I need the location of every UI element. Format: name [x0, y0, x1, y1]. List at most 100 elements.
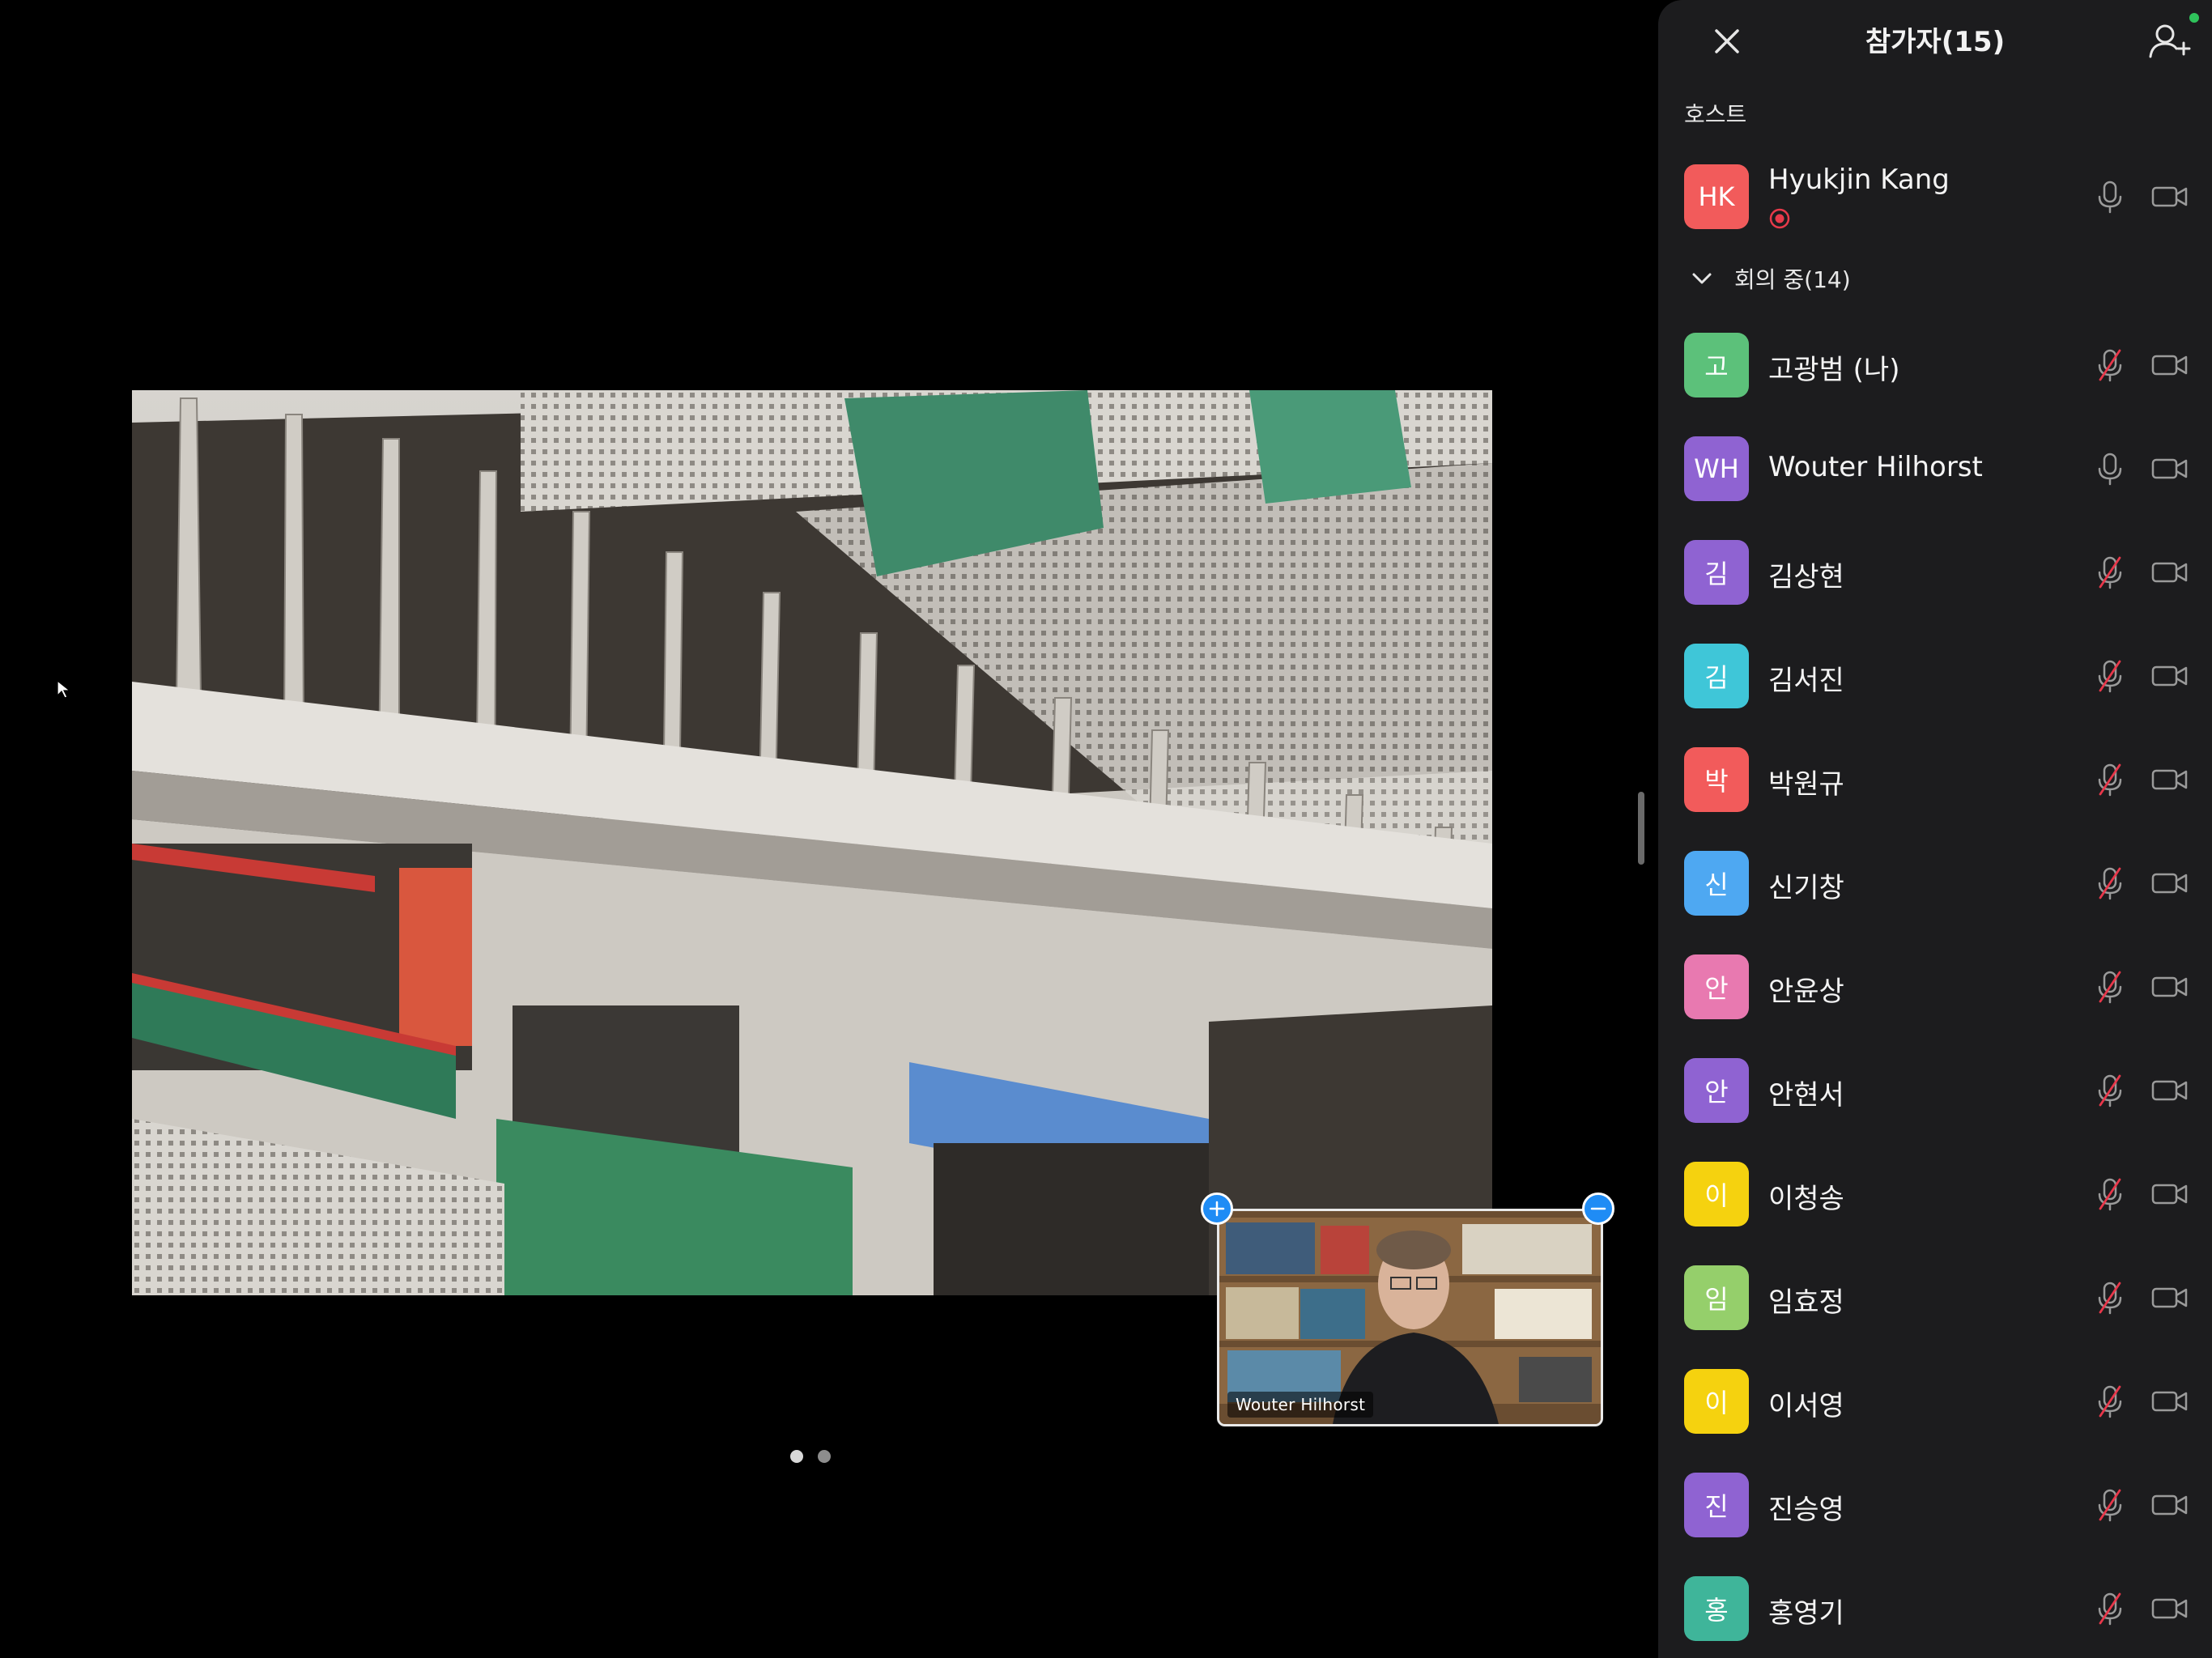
chevron-down-icon	[1692, 273, 1712, 284]
panel-header: 참가자(15)	[1658, 0, 2212, 81]
video-camera-icon[interactable]	[2150, 1280, 2189, 1316]
participant-row[interactable]: 김 김상현	[1658, 525, 2212, 620]
avatar-initials: 이	[1704, 1180, 1729, 1211]
avatar-initials: 신	[1704, 869, 1729, 900]
participant-row[interactable]: 홍 홍영기	[1658, 1561, 2212, 1656]
in-meeting-section-toggle[interactable]: 회의 중(14)	[1691, 262, 1851, 295]
participant-row[interactable]: 신 신기창	[1658, 835, 2212, 931]
participant-name: 홍영기	[1768, 1597, 1844, 1630]
video-camera-icon[interactable]	[2150, 969, 2189, 1005]
participant-row[interactable]: 김 김서진	[1658, 628, 2212, 724]
participant-name: 박원규	[1768, 768, 1844, 801]
page-dot-1[interactable]	[790, 1450, 803, 1463]
participant-video-thumbnail[interactable]: Wouter Hilhorst	[1217, 1209, 1603, 1426]
avatar: 김	[1684, 540, 1749, 605]
avatar-initials: 홍	[1704, 1595, 1729, 1626]
panel-title: 참가자(15)	[1865, 26, 2006, 58]
microphone-muted-icon[interactable]	[2092, 969, 2128, 1005]
participant-row-host[interactable]: HK Hyukjin Kang	[1658, 149, 2212, 244]
avatar-initials: 진	[1704, 1491, 1729, 1522]
microphone-muted-icon[interactable]	[2092, 1280, 2128, 1316]
participants-panel: 참가자(15) 호스트 HK Hyukjin Kang 회의 중(14) 고 고광…	[1658, 0, 2212, 1658]
avatar: 홍	[1684, 1576, 1749, 1641]
avatar: 진	[1684, 1473, 1749, 1537]
participant-row[interactable]: 임 임효정	[1658, 1250, 2212, 1346]
avatar: 안	[1684, 954, 1749, 1019]
shared-screen-video[interactable]	[132, 390, 1492, 1295]
microphone-muted-icon[interactable]	[2092, 555, 2128, 590]
avatar: 고	[1684, 333, 1749, 397]
participant-name: 안윤상	[1768, 976, 1844, 1008]
avatar: 임	[1684, 1265, 1749, 1330]
microphone-muted-icon[interactable]	[2092, 865, 2128, 901]
participant-row[interactable]: 박 박원규	[1658, 732, 2212, 827]
participant-name: Hyukjin Kang	[1768, 164, 1950, 196]
participant-name: 김서진	[1768, 665, 1844, 697]
video-name-label: Wouter Hilhorst	[1227, 1392, 1374, 1418]
participant-row[interactable]: WH Wouter Hilhorst	[1658, 421, 2212, 517]
participant-name: 진승영	[1768, 1494, 1844, 1526]
expand-video-button[interactable]	[1201, 1192, 1233, 1225]
avatar: 이	[1684, 1369, 1749, 1434]
microphone-muted-icon[interactable]	[2092, 762, 2128, 797]
video-camera-icon[interactable]	[2150, 347, 2189, 383]
participant-name: 임효정	[1768, 1286, 1844, 1319]
avatar-initials: 김	[1704, 559, 1729, 589]
video-camera-icon[interactable]	[2150, 1073, 2189, 1108]
participant-row[interactable]: 진 진승영	[1658, 1457, 2212, 1553]
microphone-icon[interactable]	[2092, 451, 2128, 487]
participant-name: 고광범 (나)	[1768, 354, 1900, 386]
avatar: WH	[1684, 436, 1749, 501]
mouse-cursor-icon	[57, 679, 71, 703]
video-camera-icon[interactable]	[2150, 1487, 2189, 1523]
participant-row[interactable]: 고 고광범 (나)	[1658, 317, 2212, 413]
video-camera-icon[interactable]	[2150, 179, 2189, 215]
video-camera-icon[interactable]	[2150, 658, 2189, 694]
video-camera-icon[interactable]	[2150, 1591, 2189, 1626]
participant-row[interactable]: 안 안현서	[1658, 1043, 2212, 1138]
host-section-label: 호스트	[1684, 101, 1747, 128]
microphone-icon[interactable]	[2092, 179, 2128, 215]
avatar-initials: 박	[1704, 766, 1729, 797]
microphone-muted-icon[interactable]	[2092, 658, 2128, 694]
minimize-video-button[interactable]	[1582, 1192, 1614, 1225]
microphone-muted-icon[interactable]	[2092, 1176, 2128, 1212]
participant-name: 신기창	[1768, 872, 1844, 904]
participant-row[interactable]: 이 이서영	[1658, 1354, 2212, 1449]
microphone-muted-icon[interactable]	[2092, 1384, 2128, 1419]
video-camera-icon[interactable]	[2150, 865, 2189, 901]
in-meeting-section-label: 회의 중(14)	[1734, 266, 1851, 293]
avatar: 박	[1684, 747, 1749, 812]
avatar: 신	[1684, 851, 1749, 916]
participant-row[interactable]: 안 안윤상	[1658, 939, 2212, 1035]
participant-row[interactable]: 이 이청송	[1658, 1146, 2212, 1242]
avatar-initials: 안	[1704, 1077, 1729, 1107]
video-camera-icon[interactable]	[2150, 451, 2189, 487]
avatar-initials: HK	[1698, 181, 1735, 212]
avatar-initials: 고	[1704, 351, 1729, 382]
microphone-muted-icon[interactable]	[2092, 347, 2128, 383]
microphone-muted-icon[interactable]	[2092, 1487, 2128, 1523]
microphone-muted-icon[interactable]	[2092, 1073, 2128, 1108]
avatar: 김	[1684, 644, 1749, 708]
invite-participant-button[interactable]	[2144, 16, 2193, 65]
participant-name: 이서영	[1768, 1390, 1844, 1422]
avatar-initials: WH	[1694, 453, 1739, 484]
microphone-muted-icon[interactable]	[2092, 1591, 2128, 1626]
avatar-initials: 김	[1704, 662, 1729, 693]
participant-name: 김상현	[1768, 561, 1844, 593]
avatar: 안	[1684, 1058, 1749, 1123]
video-camera-icon[interactable]	[2150, 762, 2189, 797]
video-camera-icon[interactable]	[2150, 555, 2189, 590]
video-camera-icon[interactable]	[2150, 1384, 2189, 1419]
avatar-initials: 임	[1704, 1284, 1729, 1315]
page-indicator[interactable]	[790, 1450, 831, 1463]
avatar: HK	[1684, 164, 1749, 229]
avatar: 이	[1684, 1162, 1749, 1226]
video-camera-icon[interactable]	[2150, 1176, 2189, 1212]
panel-resize-handle[interactable]	[1638, 792, 1644, 865]
minus-icon	[1590, 1207, 1606, 1210]
plus-icon	[1209, 1201, 1225, 1217]
avatar-initials: 이	[1704, 1388, 1729, 1418]
page-dot-2[interactable]	[818, 1450, 831, 1463]
